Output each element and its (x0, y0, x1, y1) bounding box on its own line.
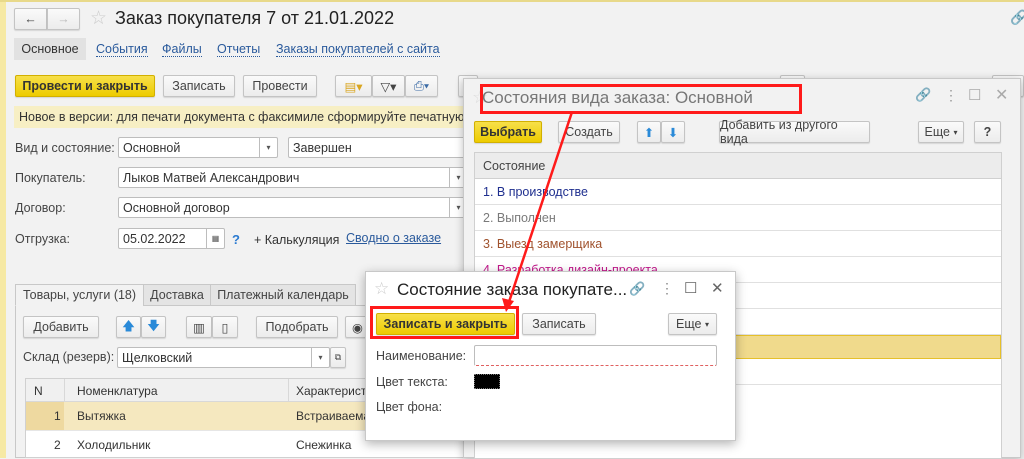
annotation-arrow (502, 111, 574, 312)
